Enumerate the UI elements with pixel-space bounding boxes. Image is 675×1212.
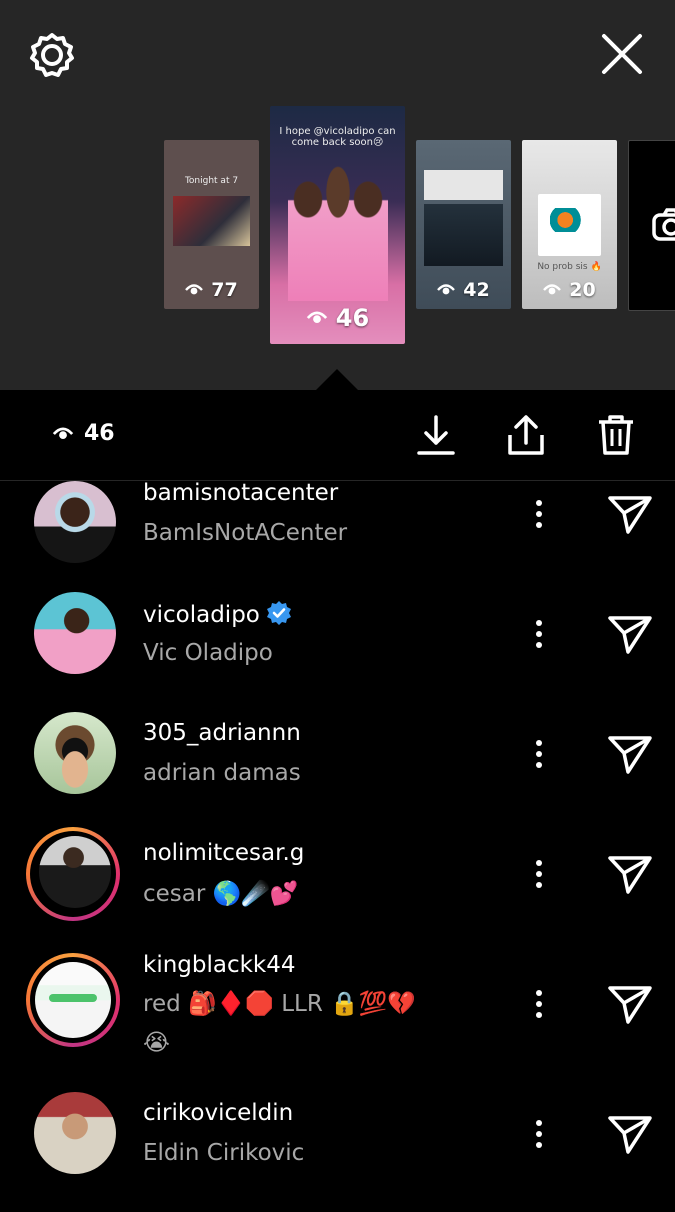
player-photo	[288, 156, 388, 301]
avatar[interactable]	[35, 962, 111, 1038]
viewer-username[interactable]: kingblackk44	[143, 952, 296, 978]
share-button[interactable]	[502, 410, 550, 460]
viewer-full-name: Vic Oladipo	[143, 640, 273, 666]
total-view-count: 46	[52, 421, 115, 446]
more-options-button[interactable]	[524, 494, 554, 534]
viewer-username[interactable]: cirikoviceldin	[143, 1100, 293, 1126]
story-image	[424, 204, 503, 266]
viewer-full-name: cesar 🌎☄️💕	[143, 881, 299, 907]
more-options-button[interactable]	[524, 984, 554, 1024]
story-caption: Tonight at 7	[184, 176, 239, 186]
trash-icon	[599, 415, 633, 455]
avatar[interactable]	[34, 481, 116, 563]
viewer-full-name: adrian damas	[143, 760, 301, 786]
avatar[interactable]	[39, 836, 111, 908]
viewer-row[interactable]: 305_adriannn adrian damas	[0, 712, 675, 832]
verified-badge-icon	[266, 601, 291, 625]
add-story-button[interactable]	[628, 140, 675, 311]
story-image	[424, 170, 503, 200]
avatar-badge	[49, 994, 97, 1002]
camera-icon	[652, 208, 675, 241]
avatar[interactable]	[34, 712, 116, 794]
story-view-count: 77	[164, 279, 259, 301]
viewer-full-name: Eldin Cirikovic	[143, 1140, 305, 1166]
download-icon	[417, 415, 455, 455]
selected-story-pointer	[316, 369, 358, 390]
eye-icon	[543, 284, 562, 295]
eye-icon	[52, 426, 74, 439]
viewer-full-name-line2: 😭	[143, 1030, 170, 1056]
close-icon	[602, 34, 642, 74]
close-button[interactable]	[592, 24, 652, 84]
dolphins-logo	[550, 208, 588, 232]
story-view-number: 46	[335, 304, 370, 332]
eye-icon	[185, 284, 204, 295]
story-thumbnail-selected[interactable]: I hope @vicoladipo can come back soon😢 4…	[270, 106, 405, 344]
settings-button[interactable]	[22, 28, 82, 82]
story-view-number: 20	[569, 279, 596, 301]
story-image	[538, 194, 601, 256]
eye-icon	[306, 311, 327, 324]
story-view-count: 42	[416, 279, 511, 301]
story-caption: I hope @vicoladipo can come back soon😢	[279, 126, 396, 148]
share-icon	[508, 415, 544, 455]
viewer-username[interactable]: bamisnotacenter	[143, 480, 338, 506]
story-image	[173, 196, 250, 246]
viewer-row[interactable]: kingblackk44 red 🎒♦️🛑 LLR 🔒💯💔 😭	[0, 952, 675, 1092]
story-thumbnail[interactable]: 42	[416, 140, 511, 309]
send-icon[interactable]	[606, 612, 654, 656]
story-view-number: 42	[463, 279, 490, 301]
more-options-button[interactable]	[524, 734, 554, 774]
avatar[interactable]	[34, 592, 116, 674]
viewer-row[interactable]: vicoladipo Vic Oladipo	[0, 592, 675, 712]
story-thumbnail[interactable]: Tonight at 7 77	[164, 140, 259, 309]
story-view-count: 46	[270, 304, 405, 332]
view-count-number: 46	[84, 421, 115, 446]
viewer-full-name: BamIsNotACenter	[143, 520, 348, 546]
viewer-username[interactable]: vicoladipo	[143, 602, 260, 628]
send-icon[interactable]	[606, 982, 654, 1026]
send-icon[interactable]	[606, 852, 654, 896]
eye-icon	[437, 284, 456, 295]
story-view-number: 77	[211, 279, 238, 301]
send-icon[interactable]	[606, 492, 654, 536]
viewer-full-name: red 🎒♦️🛑 LLR 🔒💯💔	[143, 991, 417, 1017]
viewer-row[interactable]: cirikoviceldin Eldin Cirikovic	[0, 1092, 675, 1212]
avatar[interactable]	[34, 1092, 116, 1174]
more-options-button[interactable]	[524, 854, 554, 894]
send-icon[interactable]	[606, 1112, 654, 1156]
send-icon[interactable]	[606, 732, 654, 776]
viewer-username-with-badge[interactable]: vicoladipo	[143, 600, 292, 628]
more-options-button[interactable]	[524, 1114, 554, 1154]
download-button[interactable]	[412, 410, 460, 460]
viewer-username[interactable]: nolimitcesar.g	[143, 840, 304, 866]
viewer-row[interactable]: nolimitcesar.g cesar 🌎☄️💕	[0, 827, 675, 952]
story-thumbnail[interactable]: No prob sis 🔥 20	[522, 140, 617, 309]
viewer-username[interactable]: 305_adriannn	[143, 720, 301, 746]
story-caption: No prob sis 🔥	[537, 262, 602, 272]
gear-icon	[30, 33, 74, 77]
story-view-count: 20	[522, 279, 617, 301]
delete-button[interactable]	[592, 410, 640, 460]
more-options-button[interactable]	[524, 614, 554, 654]
viewer-row[interactable]: bamisnotacenter BamIsNotACenter	[0, 472, 675, 592]
